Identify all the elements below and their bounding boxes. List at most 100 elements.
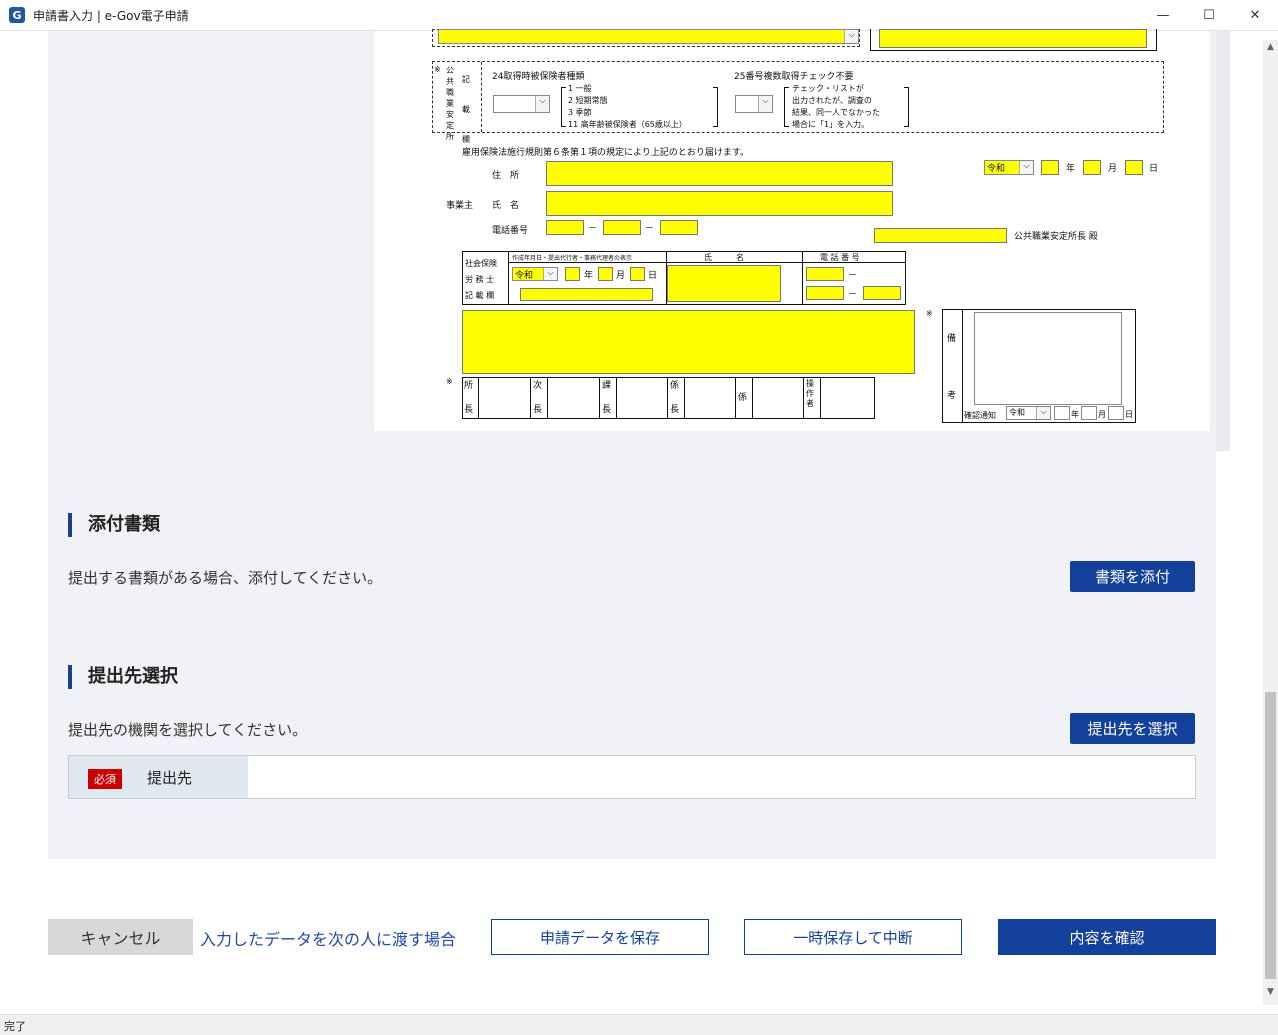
name-label: 氏 名	[492, 201, 520, 211]
sharoushi-phone3-input[interactable]	[863, 286, 901, 300]
stamp-label-3: 係長	[668, 377, 685, 419]
stamp-label-1: 次長	[531, 377, 548, 419]
scroll-down-arrow-icon[interactable]: ▼	[1263, 987, 1278, 1003]
sharoushi-header2: 氏 名	[704, 253, 744, 262]
sharoushi-div1	[508, 251, 509, 305]
destination-field-label: 提出先	[147, 769, 193, 787]
destination-description: 提出先の機関を選択してください。	[68, 721, 308, 739]
minimize-button[interactable]: —	[1140, 0, 1186, 31]
remarks-input[interactable]	[462, 310, 915, 374]
stamp-kome: ※	[446, 377, 453, 386]
close-button[interactable]: ✕	[1232, 0, 1278, 31]
cancel-button[interactable]: キャンセル	[48, 919, 193, 955]
stamp-cells: 所長 次長 課長 係長 係 操作者	[462, 377, 875, 419]
sharoushi-year-label: 年	[584, 271, 594, 281]
item25-notes: チェック・リストが 出力されたが、調査の 結果、同一人でなかった 場合に「1」を入力。	[792, 84, 880, 129]
confirm-era-select[interactable]: 令和 ⌵	[1006, 406, 1051, 420]
declaration-text: 雇用保険法施行規則第６条第１項の規定により上記のとおり届けます。	[462, 148, 749, 158]
save-application-button[interactable]: 申請データを保存	[491, 919, 709, 955]
destination-title: 提出先選択	[68, 665, 178, 689]
form-top-input[interactable]	[879, 29, 1147, 48]
required-badge: 必須	[88, 769, 122, 789]
item25-bracket-right	[904, 87, 909, 127]
employer-label: 事業主	[446, 201, 474, 211]
chevron-down-icon: ⌵	[535, 96, 549, 112]
form-frame-edge	[1216, 31, 1230, 451]
employer-address-input[interactable]	[546, 161, 893, 186]
sharoushi-phone2-input[interactable]	[806, 286, 844, 300]
sharoushi-era-select[interactable]: 令和 ⌵	[512, 267, 558, 281]
attachments-description: 提出する書類がある場合、添付してください。	[68, 569, 383, 587]
form-top-select[interactable]: ⌵	[438, 29, 859, 44]
date-day-input[interactable]	[1125, 160, 1143, 175]
select-destination-button[interactable]: 提出先を選択	[1070, 713, 1195, 744]
status-bar: 完了	[0, 1014, 1278, 1035]
item25-select[interactable]: ⌵	[735, 95, 773, 113]
item25-label: 25番号複数取得チェック不要	[734, 72, 854, 82]
confirm-content-button[interactable]: 内容を確認	[998, 919, 1216, 955]
scroll-up-arrow-icon[interactable]: ▲	[1263, 42, 1278, 58]
sharoushi-month-input[interactable]	[598, 267, 613, 281]
remarks-text-area[interactable]	[974, 312, 1122, 405]
phone-part3-input[interactable]	[660, 220, 698, 235]
era-select[interactable]: 令和 ⌵	[984, 160, 1034, 175]
chevron-down-icon: ⌵	[543, 268, 557, 280]
official-col-2: 記載欄	[462, 75, 470, 144]
attachments-title: 添付書類	[68, 513, 160, 537]
attach-documents-button[interactable]: 書類を添付	[1070, 561, 1195, 592]
phone-label: 電話番号	[492, 226, 529, 236]
kome-mark: ※	[434, 65, 441, 74]
confirm-notice-label: 確認通知	[964, 411, 996, 420]
vertical-scrollbar[interactable]: ▲ ▼	[1263, 40, 1278, 1005]
suspend-button[interactable]: 一時保存して中断	[744, 919, 962, 955]
remarks-label-top: 備	[947, 334, 957, 344]
sharoushi-labels: 社会保険労 務 士記 載 欄	[465, 259, 497, 300]
confirm-month-label: 月	[1098, 410, 1106, 419]
sharoushi-phone1-input[interactable]	[806, 267, 844, 281]
sharoushi-name-input[interactable]	[667, 265, 781, 302]
sharoushi-year-input[interactable]	[565, 267, 580, 281]
sharoushi-representative-input[interactable]	[520, 288, 653, 301]
sharoushi-day-input[interactable]	[630, 267, 645, 281]
date-month-input[interactable]	[1083, 160, 1101, 175]
chevron-down-icon: ⌵	[844, 30, 858, 43]
chevron-down-icon: ⌵	[1036, 407, 1050, 419]
window-titlebar: G 申請書入力 | e-Gov電子申請 — ☐ ✕	[0, 0, 1278, 31]
confirm-year-input[interactable]	[1054, 406, 1070, 420]
destination-row: 必須 提出先	[68, 755, 1196, 799]
sharoushi-div3	[802, 251, 803, 305]
pass-data-link[interactable]: 入力したデータを次の人に渡す場合	[200, 926, 456, 950]
confirm-year-label: 年	[1071, 410, 1079, 419]
sharoushi-phone-dash-2: －	[848, 290, 858, 300]
remarks-label-bottom: 考	[947, 391, 957, 401]
chevron-down-icon: ⌵	[758, 96, 772, 112]
remarks-divider	[962, 309, 963, 423]
phone-part2-input[interactable]	[603, 220, 641, 235]
office-suffix-label: 公共職業安定所長 殿	[1014, 232, 1098, 242]
employer-name-input[interactable]	[546, 191, 893, 216]
sharoushi-phone-dash-1: －	[848, 271, 858, 281]
date-year-input[interactable]	[1041, 160, 1059, 175]
scroll-thumb[interactable]	[1265, 692, 1276, 979]
day-label: 日	[1149, 164, 1159, 174]
office-name-input[interactable]	[874, 228, 1007, 243]
confirm-day-input[interactable]	[1108, 406, 1124, 420]
address-label: 住 所	[492, 171, 520, 181]
confirm-month-input[interactable]	[1081, 406, 1097, 420]
window-title: 申請書入力 | e-Gov電子申請	[33, 8, 189, 23]
stamp-label-0: 所長	[462, 377, 479, 419]
sharoushi-header3: 電 話 番 号	[820, 253, 860, 262]
item24-select[interactable]: ⌵	[493, 95, 550, 113]
application-form: ⌵ ※ 公共職業安定所 記載欄 24取得時被保険者種類 ⌵ 1 一般 2 短期常態…	[374, 29, 1210, 431]
item24-bracket-right	[713, 87, 718, 127]
sharoushi-day-label: 日	[648, 271, 658, 281]
window-controls: — ☐ ✕	[1140, 0, 1278, 31]
phone-dash-2: －	[645, 224, 655, 234]
official-divider	[481, 62, 482, 132]
egov-app-icon: G	[9, 7, 25, 23]
phone-part1-input[interactable]	[546, 220, 584, 235]
maximize-button[interactable]: ☐	[1186, 0, 1232, 31]
sharoushi-month-label: 月	[616, 271, 626, 281]
official-col-1: 公共職業安定所	[446, 66, 454, 141]
chevron-down-icon: ⌵	[1019, 161, 1033, 174]
